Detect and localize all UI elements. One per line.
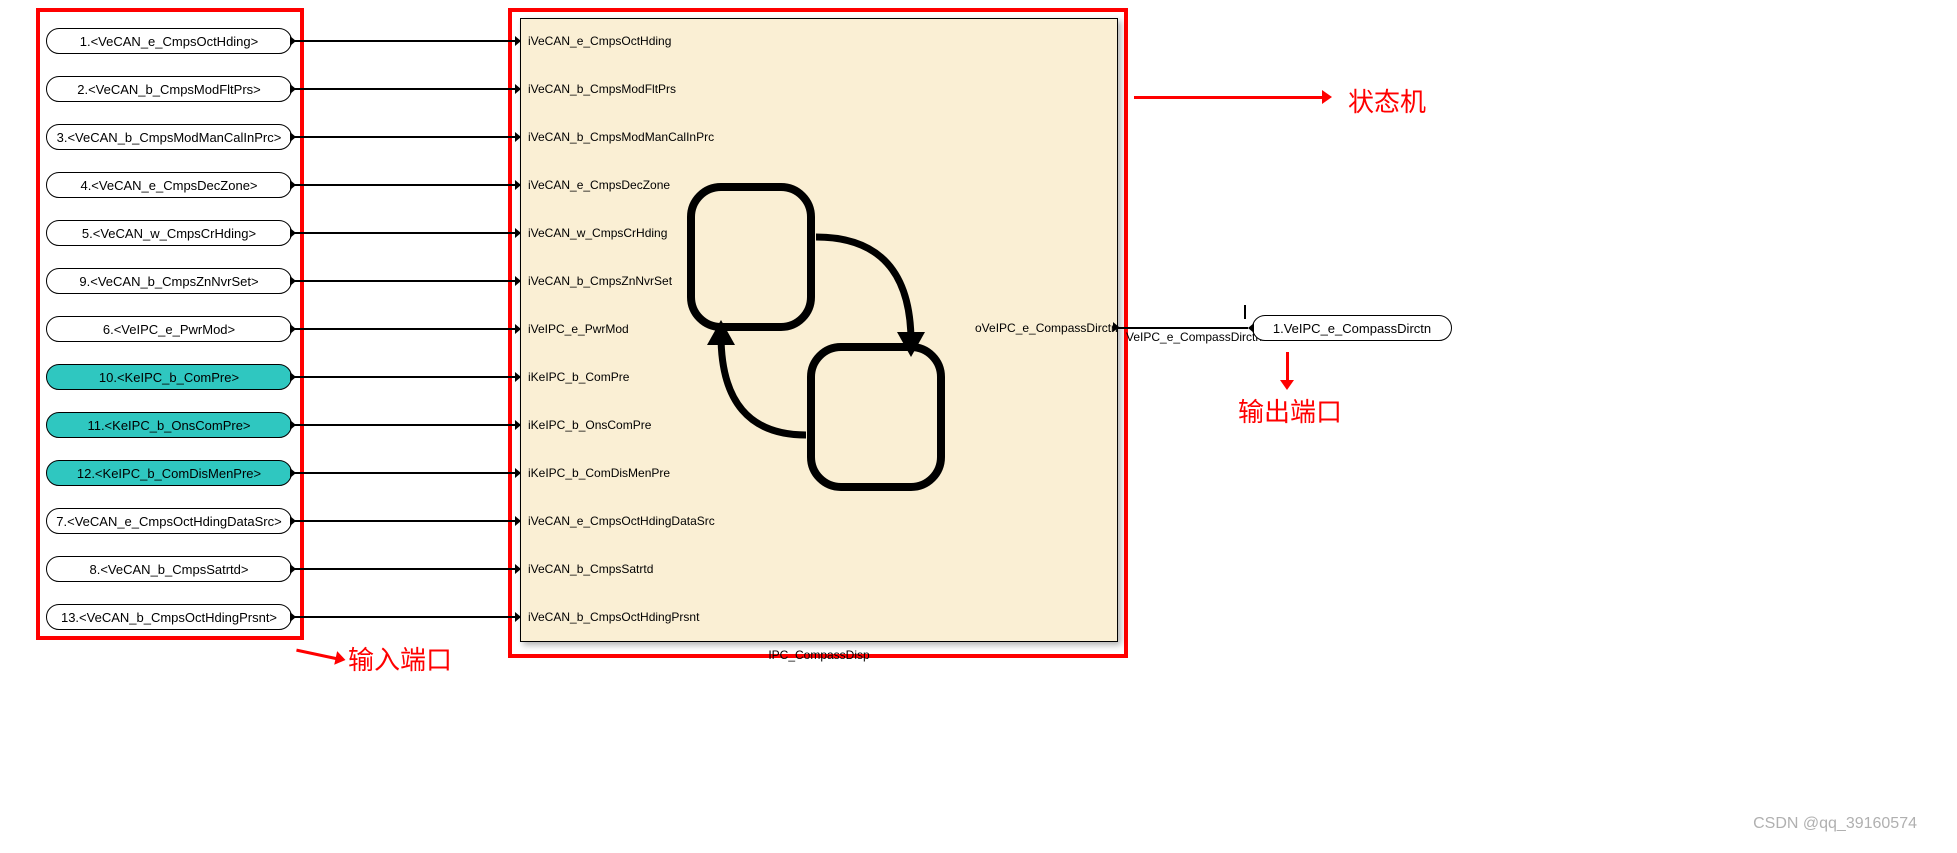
input-port-block[interactable]: 12.<KeIPC_b_ComDisMenPre> [46, 460, 292, 486]
chart-inport-arrow-icon [515, 132, 521, 142]
chart-inport-arrow-icon [515, 276, 521, 286]
port-tick-icon [1248, 323, 1254, 333]
input-port-block[interactable]: 2.<VeCAN_b_CmpsModFltPrs> [46, 76, 292, 102]
input-port-block[interactable]: 3.<VeCAN_b_CmpsModManCalInPrc> [46, 124, 292, 150]
input-port-label: 6.<VeIPC_e_PwrMod> [103, 322, 235, 337]
chart-inport-arrow-icon [515, 372, 521, 382]
chart-inport-label: iVeCAN_b_CmpsModManCalInPrc [528, 130, 714, 144]
chart-inport-arrow-icon [515, 468, 521, 478]
input-port-block[interactable]: 8.<VeCAN_b_CmpsSatrtd> [46, 556, 292, 582]
input-port-label: 13.<VeCAN_b_CmpsOctHdingPrsnt> [61, 610, 277, 625]
output-wire [1118, 327, 1248, 329]
statemachine-arrow [1134, 96, 1324, 99]
output-tick [1244, 305, 1246, 319]
chart-inport-label: iVeCAN_e_CmpsOctHding [528, 34, 671, 48]
chart-inport-arrow-icon [515, 324, 521, 334]
output-signal-label: VeIPC_e_CompassDirctn [1126, 330, 1262, 344]
chart-inport-label: iVeCAN_b_CmpsOctHdingPrsnt [528, 610, 699, 624]
input-port-block[interactable]: 10.<KeIPC_b_ComPre> [46, 364, 292, 390]
chart-inport-arrow-icon [515, 612, 521, 622]
output-port-label: 1.VeIPC_e_CompassDirctn [1273, 321, 1431, 336]
input-wire [292, 40, 520, 42]
output-arrow [1286, 352, 1289, 382]
chart-inport-label: iKeIPC_b_ComPre [528, 370, 629, 384]
input-wire [292, 136, 520, 138]
input-port-label: 8.<VeCAN_b_CmpsSatrtd> [90, 562, 249, 577]
diagram-canvas: IPC_CompassDisp 1.<VeCAN_e_CmpsOctHding>… [0, 0, 1957, 853]
chart-inport-arrow-icon [515, 420, 521, 430]
input-wire [292, 88, 520, 90]
chart-inport-arrow-icon [515, 564, 521, 574]
input-port-block[interactable]: 6.<VeIPC_e_PwrMod> [46, 316, 292, 342]
input-port-label: 9.<VeCAN_b_CmpsZnNvrSet> [79, 274, 258, 289]
chart-inport-label: iVeIPC_e_PwrMod [528, 322, 629, 336]
input-port-label: 5.<VeCAN_w_CmpsCrHding> [82, 226, 256, 241]
chart-inport-label: iKeIPC_b_OnsComPre [528, 418, 651, 432]
chart-name-label: IPC_CompassDisp [520, 648, 1118, 662]
chart-inport-arrow-icon [515, 228, 521, 238]
statemachine-label: 状态机 [1348, 82, 1426, 119]
chart-outport-arrow-icon [1113, 322, 1119, 332]
input-wire [292, 232, 520, 234]
input-port-label: 3.<VeCAN_b_CmpsModManCalInPrc> [57, 130, 282, 145]
chart-inport-label: iVeCAN_w_CmpsCrHding [528, 226, 667, 240]
input-port-label: 10.<KeIPC_b_ComPre> [99, 370, 239, 385]
input-port-block[interactable]: 1.<VeCAN_e_CmpsOctHding> [46, 28, 292, 54]
chart-inport-label: iVeCAN_b_CmpsModFltPrs [528, 82, 676, 96]
input-wire [292, 472, 520, 474]
chart-inport-label: iVeCAN_e_CmpsOctHdingDataSrc [528, 514, 715, 528]
chart-inport-arrow-icon [515, 516, 521, 526]
input-port-block[interactable]: 13.<VeCAN_b_CmpsOctHdingPrsnt> [46, 604, 292, 630]
input-port-block[interactable]: 9.<VeCAN_b_CmpsZnNvrSet> [46, 268, 292, 294]
output-label: 输出端口 [1238, 392, 1342, 429]
chart-inport-label: iVeCAN_b_CmpsSatrtd [528, 562, 653, 576]
chart-inport-label: iVeCAN_b_CmpsZnNvrSet [528, 274, 672, 288]
input-port-label: 4.<VeCAN_e_CmpsDecZone> [80, 178, 257, 193]
input-wire [292, 616, 520, 618]
chart-inport-label: iKeIPC_b_ComDisMenPre [528, 466, 670, 480]
input-wire [292, 568, 520, 570]
input-port-label: 1.<VeCAN_e_CmpsOctHding> [80, 34, 258, 49]
input-port-label: 11.<KeIPC_b_OnsComPre> [87, 418, 250, 433]
chart-inport-arrow-icon [515, 36, 521, 46]
input-port-label: 2.<VeCAN_b_CmpsModFltPrs> [77, 82, 261, 97]
input-wire [292, 520, 520, 522]
input-wire [292, 280, 520, 282]
chart-inport-arrow-icon [515, 180, 521, 190]
inputs-arrow [296, 649, 338, 661]
input-port-block[interactable]: 7.<VeCAN_e_CmpsOctHdingDataSrc> [46, 508, 292, 534]
chart-outport-label: oVeIPC_e_CompassDirctn [975, 321, 1115, 335]
input-port-block[interactable]: 11.<KeIPC_b_OnsComPre> [46, 412, 292, 438]
chart-inport-arrow-icon [515, 84, 521, 94]
stateflow-icon [681, 177, 961, 497]
input-wire [292, 328, 520, 330]
input-port-label: 7.<VeCAN_e_CmpsOctHdingDataSrc> [56, 514, 281, 529]
inputs-label: 输入端口 [348, 640, 452, 677]
input-wire [292, 376, 520, 378]
chart-inport-label: iVeCAN_e_CmpsDecZone [528, 178, 670, 192]
watermark: CSDN @qq_39160574 [1753, 815, 1917, 833]
input-wire [292, 184, 520, 186]
input-port-block[interactable]: 4.<VeCAN_e_CmpsDecZone> [46, 172, 292, 198]
input-port-label: 12.<KeIPC_b_ComDisMenPre> [77, 466, 261, 481]
input-wire [292, 424, 520, 426]
output-port-block[interactable]: 1.VeIPC_e_CompassDirctn [1252, 315, 1452, 341]
input-port-block[interactable]: 5.<VeCAN_w_CmpsCrHding> [46, 220, 292, 246]
